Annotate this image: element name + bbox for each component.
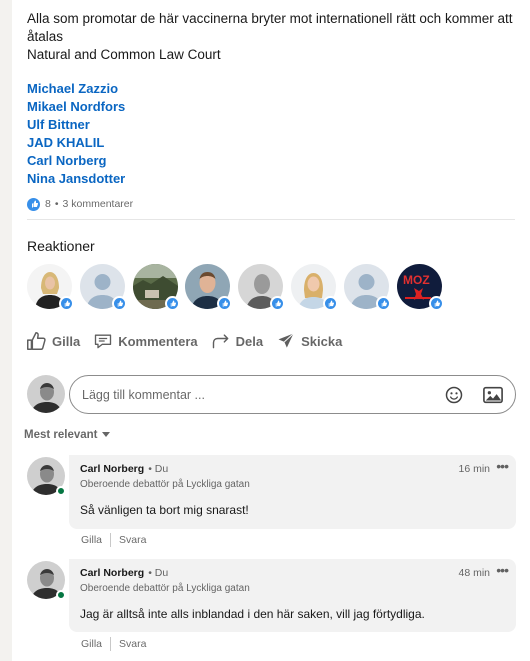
reactions-title: Reaktioner [27, 238, 95, 254]
reactor-avatar[interactable] [343, 264, 391, 311]
mention-list: Michael Zazzio Mikael Nordfors Ulf Bittn… [27, 80, 125, 188]
comment-text: Jag är alltså inte alls inblandad i den … [80, 607, 425, 621]
comment-actions: Gilla Svara [81, 533, 146, 547]
like-icon [217, 296, 233, 311]
comment-bubble: Carl Norberg • Du Oberoende debattör på … [69, 455, 516, 529]
comment-composer [69, 375, 516, 414]
share-icon [212, 334, 229, 349]
comment-like-button[interactable]: Gilla [81, 638, 102, 650]
sort-dropdown[interactable]: Mest relevant [24, 429, 111, 441]
send-button[interactable]: Skicka [275, 331, 342, 351]
reactor-avatar[interactable] [27, 264, 74, 311]
divider [27, 219, 515, 220]
sort-label: Mest relevant [24, 429, 98, 441]
comment-more-button[interactable]: ••• [496, 458, 509, 474]
comment-timestamp: 48 min [458, 567, 490, 579]
mention-link[interactable]: Mikael Nordfors [27, 98, 125, 116]
action-divider [110, 533, 112, 547]
reactor-avatar[interactable]: MOZ [396, 264, 444, 311]
reactor-avatar[interactable] [79, 264, 127, 311]
image-icon[interactable] [482, 385, 504, 405]
share-label: Dela [235, 333, 264, 349]
commenter-degree: • Du [148, 567, 169, 579]
mention-link[interactable]: Ulf Bittner [27, 116, 125, 134]
comment-input[interactable] [82, 385, 422, 405]
mention-link[interactable]: Michael Zazzio [27, 80, 125, 98]
social-counts[interactable]: 8 • 3 kommentarer [27, 197, 133, 211]
comment-item: Carl Norberg • Du Oberoende debattör på … [27, 559, 517, 659]
commenter-headline: Oberoende debattör på Lyckliga gatan [80, 583, 250, 594]
commenter-name[interactable]: Carl Norberg [80, 567, 144, 579]
like-reaction-icon [27, 197, 40, 211]
comment-header: Carl Norberg • Du [80, 567, 168, 579]
comment-like-button[interactable]: Gilla [81, 534, 102, 546]
commenter-degree: • Du [148, 463, 169, 475]
comment-more-button[interactable]: ••• [496, 562, 509, 578]
online-status-indicator [56, 486, 66, 496]
moz-logo-text: MOZ [403, 273, 430, 287]
like-icon [322, 296, 338, 311]
post-text-line: Alla som promotar de här vaccinerna bryt… [27, 11, 513, 44]
post-actions: Gilla Kommentera Dela Skicka [24, 328, 354, 354]
commenter-name[interactable]: Carl Norberg [80, 463, 144, 475]
send-label: Skicka [301, 333, 343, 349]
comment-bubble: Carl Norberg • Du Oberoende debattör på … [69, 559, 516, 632]
reactor-avatar[interactable] [238, 264, 286, 311]
post-body: Alla som promotar de här vaccinerna bryt… [27, 10, 517, 64]
post-text-line: Natural and Common Law Court [27, 47, 221, 62]
reaction-count: 8 [45, 198, 51, 210]
mention-link[interactable]: Carl Norberg [27, 152, 125, 170]
comment-header: Carl Norberg • Du [80, 463, 168, 475]
like-icon [164, 296, 180, 311]
caret-down-icon [101, 432, 110, 437]
action-divider [110, 637, 112, 651]
comment-reply-button[interactable]: Svara [119, 534, 146, 546]
like-icon [111, 296, 127, 311]
count-separator: • [54, 198, 59, 210]
comment-reply-button[interactable]: Svara [119, 638, 146, 650]
mention-link[interactable]: Nina Jansdotter [27, 170, 125, 188]
like-icon [270, 296, 286, 311]
like-icon [428, 296, 444, 311]
comment-icon [95, 334, 112, 349]
reactor-avatar[interactable] [185, 264, 233, 311]
comment-text: Så vänligen ta bort mig snarast! [80, 503, 249, 517]
thumbs-up-icon [27, 332, 46, 350]
reactor-list: MOZ [27, 264, 449, 311]
like-button[interactable]: Gilla [24, 330, 80, 352]
mention-link[interactable]: JAD KHALIL [27, 134, 125, 152]
user-avatar[interactable] [27, 375, 65, 413]
emoji-icon[interactable] [444, 385, 464, 405]
comment-label: Kommentera [118, 333, 198, 349]
comment-actions: Gilla Svara [81, 637, 146, 651]
share-button[interactable]: Dela [210, 331, 263, 351]
online-status-indicator [56, 590, 66, 600]
reactor-avatar[interactable] [290, 264, 338, 311]
comment-count[interactable]: 3 kommentarer [63, 198, 134, 210]
comment-timestamp: 16 min [458, 463, 490, 475]
post-card: Alla som promotar de här vaccinerna bryt… [12, 0, 530, 661]
like-icon [375, 296, 391, 311]
comment-button[interactable]: Kommentera [92, 331, 198, 351]
reactor-avatar[interactable] [132, 264, 180, 311]
like-icon [59, 296, 74, 311]
comment-item: Carl Norberg • Du Oberoende debattör på … [27, 455, 517, 555]
like-label: Gilla [52, 333, 81, 349]
send-icon [278, 333, 294, 348]
commenter-headline: Oberoende debattör på Lyckliga gatan [80, 479, 250, 490]
